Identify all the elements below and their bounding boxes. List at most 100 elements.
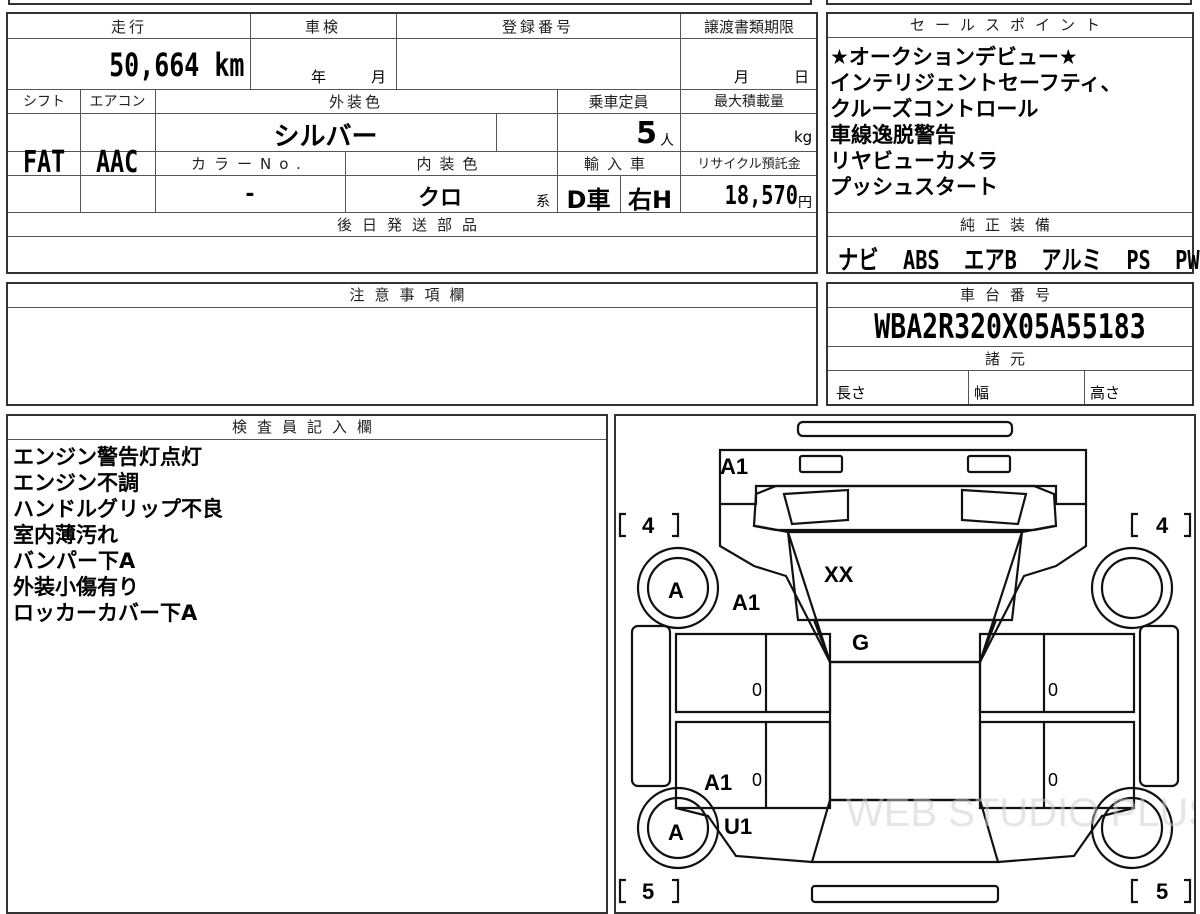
capacity-value: 5 <box>636 116 657 151</box>
car-diagram-box: WEB STUDIO PLUS A1 XX A1 G A A1 U1 A 0 0… <box>614 414 1196 914</box>
sales-points-header: セールスポイント <box>828 14 1192 38</box>
left-sill <box>630 624 672 788</box>
transfer-day-unit: 日 <box>794 68 810 86</box>
inspection-month-unit: 月 <box>371 68 387 86</box>
recycle-unit: 円 <box>798 195 812 211</box>
equipment-item: PS <box>1126 246 1151 276</box>
right-headlight <box>966 454 1012 474</box>
chassis-header: 車台番号 <box>828 284 1192 308</box>
spec-width-label: 幅 <box>974 384 990 402</box>
sales-point-line: リヤビューカメラ <box>830 149 998 173</box>
recycle-fee-header: リサイクル預託金 <box>697 157 801 172</box>
vehicle-info-table: 走行 車検 登録番号 譲渡書類期限 50,664 km 年 月 月 日 シフト … <box>6 12 818 274</box>
chassis-box: 車台番号 WBA2R320X05A55183 諸元 長さ 幅 高さ <box>826 282 1194 406</box>
front-bumper <box>718 448 1088 506</box>
equipment-item: ABS <box>902 246 940 276</box>
mark-front-left-door-zero: 0 <box>752 680 762 700</box>
mark-rear-right-door-zero: 0 <box>1048 770 1058 790</box>
tire-rear-left: 5 <box>642 879 654 904</box>
inspector-note: エンジン警告灯点灯 <box>13 445 202 469</box>
mark-front-bumper: A1 <box>720 454 748 479</box>
max-load-unit: kg <box>794 128 813 146</box>
registration-header: 登録番号 <box>501 18 574 36</box>
sales-points-list: ★オークションデビュー★ インテリジェントセーフティ、 クルーズコントロール 車… <box>830 44 1190 200</box>
capacity-unit: 人 <box>660 133 674 149</box>
inspector-note: バンパー下A <box>13 549 136 573</box>
mark-rear-left-door: A1 <box>704 770 732 795</box>
interior-color-header: 内装色 <box>416 155 486 173</box>
equipment-item: アルミ <box>1041 246 1102 276</box>
equipment-item: エアB <box>964 246 1017 276</box>
cropped-top-strip <box>0 0 1200 6</box>
sales-point-line: 車線逸脱警告 <box>830 123 956 147</box>
tire-rear-right: 5 <box>1156 879 1168 904</box>
inspector-note: エンジン不調 <box>13 471 139 495</box>
caution-box: 注意事項欄 <box>6 282 818 406</box>
color-no-value: - <box>245 182 255 207</box>
sales-points-box: セールスポイント ★オークションデビュー★ インテリジェントセーフティ、 クルー… <box>826 12 1200 277</box>
right-sill <box>1138 624 1180 788</box>
spec-length-label: 長さ <box>836 384 867 402</box>
watermark: WEB STUDIO PLUS <box>846 791 1194 835</box>
spec-height-label: 高さ <box>1090 384 1121 402</box>
left-headlight <box>798 454 844 474</box>
mark-front-right-door-zero: 0 <box>1048 680 1058 700</box>
transfer-month-unit: 月 <box>734 68 750 86</box>
inspector-note: 外装小傷有り <box>13 575 139 599</box>
front-grille <box>796 420 1014 438</box>
sales-point-line: インテリジェントセーフティ、 <box>830 71 1122 95</box>
mileage-header: 走行 <box>110 18 147 36</box>
import-header: 輸入車 <box>583 155 653 173</box>
shift-header: シフト <box>23 94 65 110</box>
exterior-color-header: 外装色 <box>328 93 383 111</box>
car-diagram: WEB STUDIO PLUS A1 XX A1 G A A1 U1 A 0 0… <box>618 420 1194 904</box>
caution-header: 注意事項欄 <box>8 284 816 308</box>
cabin <box>828 660 982 802</box>
specs-header: 諸元 <box>984 350 1035 368</box>
mark-windshield: XX <box>824 562 854 587</box>
inspector-note: 室内薄汚れ <box>13 523 118 547</box>
sales-point-line: ★オークションデビュー★ <box>830 45 1078 69</box>
aircon-value: AAC <box>96 145 139 180</box>
inspector-box: 検査員記入欄 エンジン警告灯点灯 エンジン不調 ハンドルグリップ不良 室内薄汚れ… <box>6 414 608 914</box>
front-right-wheel <box>1090 546 1174 630</box>
factory-equipment-header: 純正装備 <box>959 216 1060 234</box>
color-no-header: カラーNo. <box>191 155 309 173</box>
aircon-header: エアコン <box>89 94 146 110</box>
factory-equipment-list: ナビ ABS エアB アルミ PS PW <box>838 240 1200 277</box>
interior-color-suffix: 系 <box>536 194 550 210</box>
mark-front-left-wheel: A <box>668 578 684 603</box>
inspector-notes: エンジン警告灯点灯 エンジン不調 ハンドルグリップ不良 室内薄汚れ バンパー下A… <box>13 444 603 626</box>
inspector-note: ロッカーカバー下A <box>13 601 198 625</box>
equipment-item: PW <box>1175 246 1200 276</box>
transfer-deadline-header: 譲渡書類期限 <box>703 18 794 36</box>
import-type-value: D車 <box>566 186 611 214</box>
later-parts-header: 後日発送部品 <box>336 216 487 234</box>
equipment-item: ナビ <box>838 246 879 276</box>
recycle-value: 18,570 <box>724 181 798 211</box>
mark-rear-left-quarter: U1 <box>724 814 752 839</box>
steering-value: 右H <box>627 186 673 214</box>
max-load-header: 最大積載量 <box>714 94 784 110</box>
mark-rear-left-wheel: A <box>668 820 684 845</box>
roof <box>812 618 998 664</box>
inspector-note: ハンドルグリップ不良 <box>13 497 223 521</box>
right-front-door <box>978 632 1136 714</box>
left-front-door <box>674 632 832 714</box>
capacity-header: 乗車定員 <box>588 93 649 111</box>
chassis-number: WBA2R320X05A55183 <box>874 307 1146 347</box>
inspection-year-unit: 年 <box>311 68 327 86</box>
sales-point-line: クルーズコントロール <box>830 97 1039 121</box>
interior-color-value: クロ <box>417 186 462 211</box>
inspection-header: 車検 <box>304 18 341 36</box>
shift-value: FAT <box>22 145 66 180</box>
tire-front-right: 4 <box>1156 513 1169 538</box>
sales-point-line: プッシュスタート <box>830 175 998 199</box>
exterior-color-value: シルバー <box>273 122 378 152</box>
inspector-header: 検査員記入欄 <box>8 416 606 440</box>
mark-rear-left-door-zero: 0 <box>752 770 762 790</box>
tire-front-left: 4 <box>642 513 655 538</box>
mileage-value: 50,664 km <box>108 46 244 84</box>
mark-roof: G <box>852 630 869 655</box>
mark-front-left-fender: A1 <box>732 590 760 615</box>
